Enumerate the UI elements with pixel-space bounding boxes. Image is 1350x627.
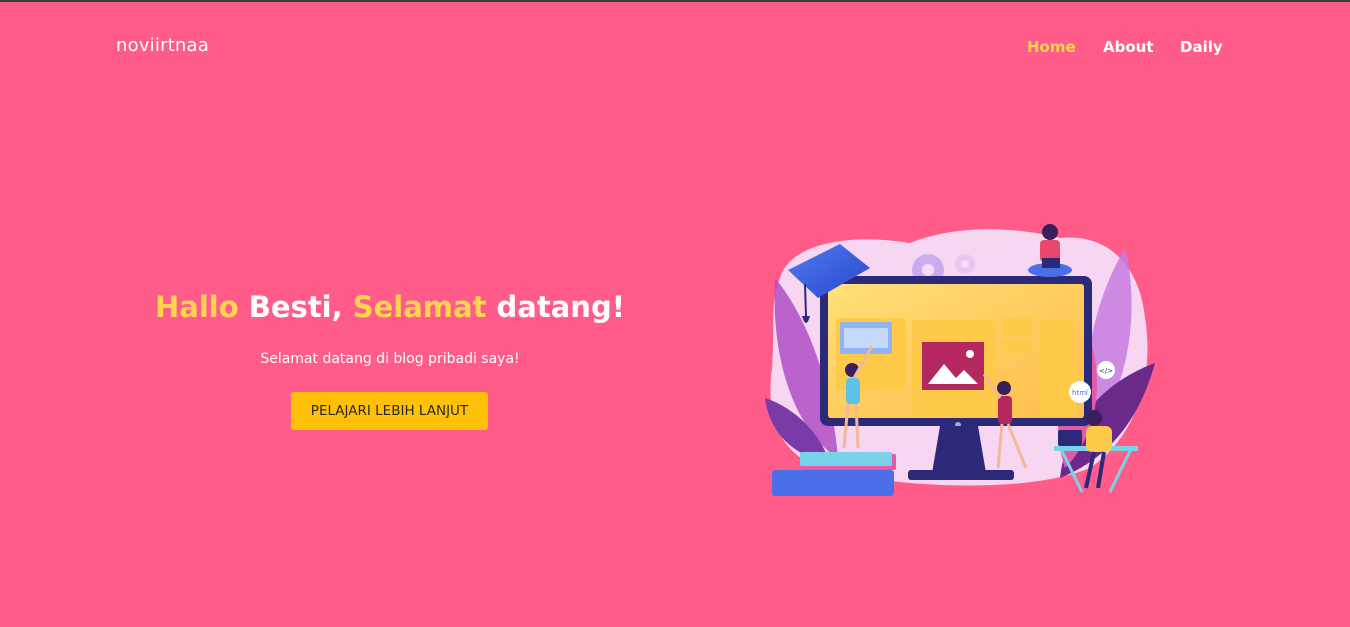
hero-subtitle: Selamat datang di blog pribadi saya! bbox=[260, 351, 520, 367]
monitor-base bbox=[908, 470, 1014, 480]
main-nav: Home About Daily bbox=[1027, 38, 1223, 56]
nav-about-link[interactable]: About bbox=[1103, 38, 1180, 56]
html-tag-label: html bbox=[1072, 389, 1088, 397]
hero-title-hallo: Hallo bbox=[155, 290, 239, 324]
code-tag-label: </> bbox=[1099, 367, 1113, 375]
nav-daily-link[interactable]: Daily bbox=[1180, 38, 1223, 56]
hero-title-besti: Besti, bbox=[238, 290, 353, 324]
man-head bbox=[1086, 410, 1102, 426]
e-learning-illustration: html </> bbox=[765, 224, 1155, 496]
hero-title: Hallo Besti, Selamat datang! bbox=[0, 290, 780, 324]
hero-title-selamat: Selamat bbox=[352, 290, 487, 324]
hero-title-datang: datang! bbox=[486, 290, 625, 324]
monitor-stand bbox=[932, 426, 986, 473]
book-top bbox=[800, 452, 892, 466]
person-sitting-head bbox=[1042, 224, 1058, 240]
nav-home-link[interactable]: Home bbox=[1027, 38, 1103, 56]
top-border bbox=[0, 0, 1350, 2]
learn-more-button[interactable]: PELAJARI LEBIH LANJUT bbox=[291, 392, 488, 430]
site-brand[interactable]: noviirtnaa bbox=[116, 35, 209, 56]
book-bottom bbox=[772, 470, 894, 496]
woman-right-head bbox=[997, 381, 1011, 395]
laptop bbox=[1058, 430, 1082, 446]
